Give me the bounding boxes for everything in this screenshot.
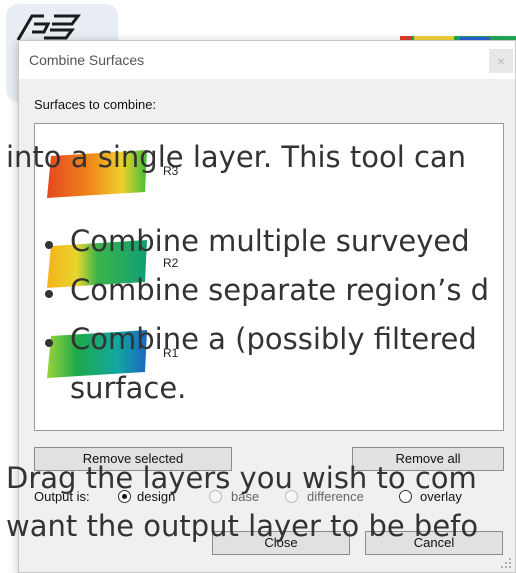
help-text-bullet: Combine multiple surveyed xyxy=(70,224,470,258)
bullet-icon xyxy=(45,339,53,347)
help-text-bullet: Combine a (possibly filtered xyxy=(70,322,477,356)
bullet-icon xyxy=(45,290,53,298)
app-logo-icon xyxy=(16,14,81,41)
close-icon[interactable]: × xyxy=(489,49,513,73)
help-text-bullet: Combine separate region’s d xyxy=(70,273,490,307)
bullet-icon xyxy=(45,241,53,249)
dialog-titlebar: Combine Surfaces × xyxy=(19,41,515,79)
help-text-bullet-continuation: surface. xyxy=(70,371,187,405)
help-text-line: Drag the layers you wish to com xyxy=(6,461,477,495)
help-text-line: want the output layer to be befo xyxy=(6,509,479,543)
surfaces-to-combine-label: Surfaces to combine: xyxy=(34,97,157,112)
surface-label: R2 xyxy=(163,256,179,270)
resize-grip-icon[interactable] xyxy=(500,557,512,569)
dialog-title: Combine Surfaces xyxy=(29,52,145,68)
help-text-line: into a single layer. This tool can xyxy=(6,140,467,174)
